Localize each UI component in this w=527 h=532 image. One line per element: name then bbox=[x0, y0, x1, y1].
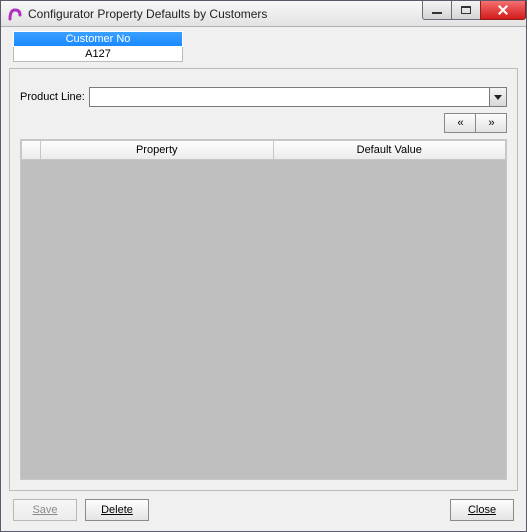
window-buttons bbox=[423, 1, 526, 21]
grid-header-row: Property Default Value bbox=[21, 140, 506, 160]
window-title: Configurator Property Defaults by Custom… bbox=[28, 7, 267, 21]
main-panel: Product Line: ‹‹ ›› Property Default Val… bbox=[9, 68, 518, 491]
product-line-row: Product Line: bbox=[20, 87, 507, 107]
next-button[interactable]: ›› bbox=[475, 113, 507, 133]
grid-row-header-corner bbox=[21, 140, 41, 160]
properties-grid: Property Default Value bbox=[20, 139, 507, 480]
close-button-label: Close bbox=[468, 504, 496, 516]
product-line-input[interactable] bbox=[89, 87, 489, 107]
column-property[interactable]: Property bbox=[41, 140, 274, 160]
save-button: Save bbox=[13, 499, 77, 521]
customer-grid: Customer No A127 bbox=[13, 31, 183, 62]
save-button-label: Save bbox=[32, 504, 57, 516]
product-line-combo[interactable] bbox=[89, 87, 507, 107]
customer-no-value[interactable]: A127 bbox=[13, 47, 183, 62]
close-button[interactable]: Close bbox=[450, 499, 514, 521]
nav-buttons: ‹‹ ›› bbox=[20, 113, 507, 133]
app-window: Configurator Property Defaults by Custom… bbox=[0, 0, 527, 532]
product-line-label: Product Line: bbox=[20, 91, 85, 103]
dropdown-icon[interactable] bbox=[489, 87, 507, 107]
delete-button[interactable]: Delete bbox=[85, 499, 149, 521]
column-default-value[interactable]: Default Value bbox=[274, 140, 507, 160]
client-area: Customer No A127 Product Line: ‹‹ ›› Pro… bbox=[1, 27, 526, 531]
delete-button-label: Delete bbox=[101, 504, 133, 516]
footer-buttons: Save Delete Close bbox=[7, 491, 520, 525]
customer-no-header: Customer No bbox=[13, 31, 183, 47]
minimize-button[interactable] bbox=[422, 1, 452, 20]
grid-body[interactable] bbox=[21, 160, 506, 479]
titlebar: Configurator Property Defaults by Custom… bbox=[1, 1, 526, 27]
prev-button[interactable]: ‹‹ bbox=[444, 113, 476, 133]
app-icon bbox=[7, 6, 23, 22]
maximize-button[interactable] bbox=[451, 1, 481, 20]
close-window-button[interactable] bbox=[480, 1, 526, 20]
